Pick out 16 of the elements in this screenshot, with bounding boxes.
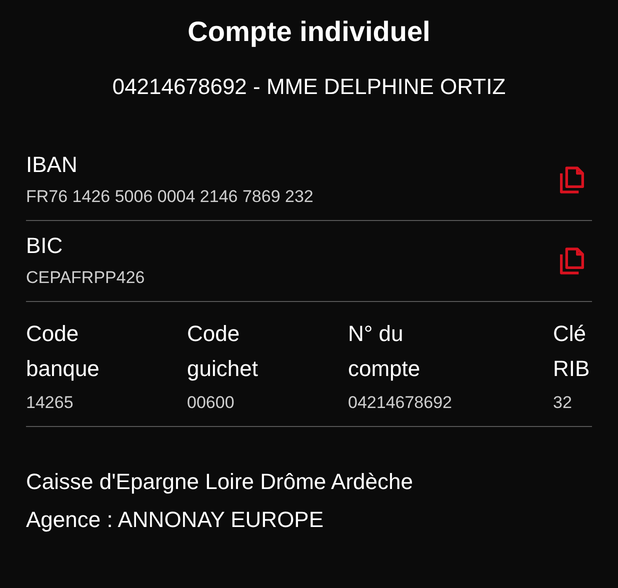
rib-value: 04214678692 [348, 392, 454, 414]
field-label: IBAN [26, 151, 78, 179]
bank-agency: Agence : ANNONAY EUROPE [26, 506, 325, 534]
rib-value: 32 [553, 392, 573, 414]
rib-label: Code banque [26, 320, 100, 383]
page-title: Compte individuel [186, 15, 432, 49]
bank-name: Caisse d'Epargne Loire Drôme Ardèche [26, 468, 414, 496]
rib-label: Clé RIB [553, 320, 591, 383]
rib-label: Code guichet [187, 320, 259, 383]
field-value: CEPAFRPP426 [26, 267, 145, 289]
rib-value: 00600 [187, 392, 236, 414]
field-value: FR76 1426 5006 0004 2146 7869 232 [26, 186, 314, 208]
rib-label: N° du compte [348, 320, 422, 383]
field-label: BIC [26, 232, 64, 260]
rib-value: 14265 [26, 392, 74, 414]
account-holder: 04214678692 - MME DELPHINE ORTIZ [111, 73, 507, 101]
